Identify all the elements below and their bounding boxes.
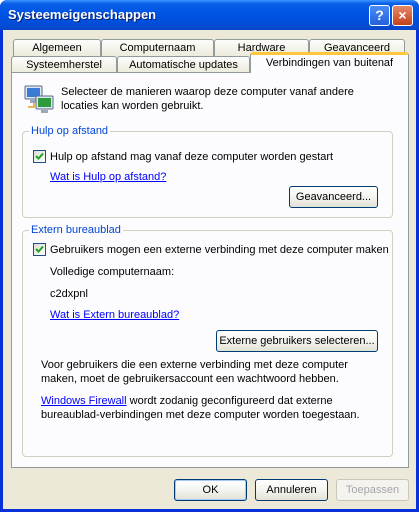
computer-network-icon [24, 85, 54, 113]
select-remote-users-button[interactable]: Externe gebruikers selecteren... [216, 330, 378, 352]
checkmark-icon [35, 152, 44, 160]
remote-desktop-group: Extern bureaublad Gebruikers mogen een e… [22, 224, 393, 457]
system-properties-window: Systeemeigenschappen ? × Algemeen Comput… [0, 0, 419, 512]
remote-desktop-help-link[interactable]: Wat is Extern bureaublad? [50, 308, 179, 322]
remote-assistance-group: Hulp op afstand Hulp op afstand mag vana… [22, 125, 393, 218]
windows-firewall-link[interactable]: Windows Firewall [41, 395, 127, 407]
password-note: Voor gebruikers die een externe verbindi… [41, 359, 348, 385]
remote-assistance-label[interactable]: Hulp op afstand mag vanaf deze computer … [50, 150, 333, 164]
tab-algemeen[interactable]: Algemeen [13, 39, 101, 57]
tab-verbindingen-van-buitenaf[interactable]: Verbindingen van buitenaf [250, 52, 409, 73]
remote-desktop-checkbox[interactable] [33, 243, 46, 256]
ok-button[interactable]: OK [174, 479, 247, 501]
remote-desktop-label[interactable]: Gebruikers mogen een externe verbinding … [50, 243, 389, 257]
close-icon: × [398, 7, 407, 23]
cancel-button[interactable]: Annuleren [255, 479, 328, 501]
help-icon: ? [375, 7, 384, 23]
advanced-button[interactable]: Geavanceerd... [289, 186, 378, 208]
apply-button: Toepassen [336, 479, 409, 501]
remote-assistance-help-link[interactable]: Wat is Hulp op afstand? [50, 170, 166, 184]
window-title: Systeemeigenschappen [8, 7, 157, 22]
tab-computernaam[interactable]: Computernaam [101, 39, 214, 57]
remote-assistance-checkbox[interactable] [33, 150, 46, 163]
checkmark-icon [35, 245, 44, 253]
title-bar[interactable]: Systeemeigenschappen ? × [0, 0, 419, 30]
computer-name-value: c2dxpnl [50, 288, 88, 300]
dialog-body: Algemeen Computernaam Hardware Geavancee… [3, 30, 416, 509]
computer-name-label: Volledige computernaam: [50, 266, 175, 278]
remote-assistance-title: Hulp op afstand [29, 125, 111, 138]
firewall-note: Windows Firewall wordt zodanig geconfigu… [41, 394, 386, 422]
tab-panel: Selecteer de manieren waarop deze comput… [11, 72, 409, 468]
close-button[interactable]: × [392, 5, 413, 26]
remote-desktop-title: Extern bureaublad [29, 224, 123, 237]
help-button[interactable]: ? [369, 5, 390, 26]
intro-text: Selecteer de manieren waarop deze comput… [61, 86, 354, 112]
